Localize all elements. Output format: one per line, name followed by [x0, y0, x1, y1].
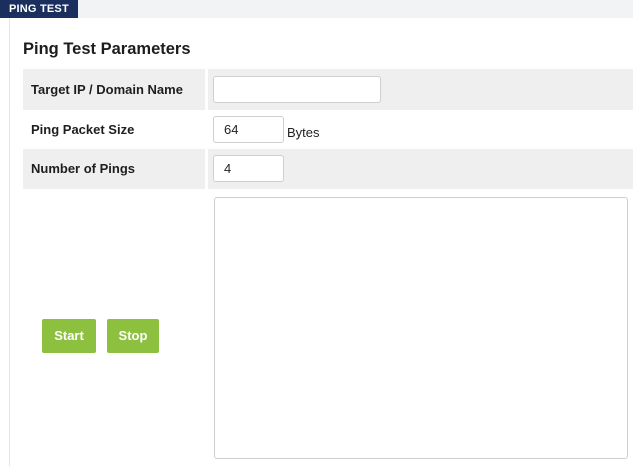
num-pings-label: Number of Pings [31, 161, 136, 176]
cell-divider [205, 149, 208, 189]
cell-divider [205, 69, 208, 110]
target-label: Target IP / Domain Name [31, 82, 183, 97]
tab-ping-test[interactable]: PING TEST [0, 0, 78, 18]
stop-button[interactable]: Stop [107, 319, 159, 353]
packet-size-unit: Bytes [287, 125, 320, 140]
top-tab-bar: PING TEST [0, 0, 633, 18]
start-button[interactable]: Start [42, 319, 96, 353]
num-pings-row: Number of Pings [23, 149, 633, 189]
target-row: Target IP / Domain Name [23, 69, 633, 110]
left-border [9, 18, 10, 466]
num-pings-input[interactable] [213, 155, 284, 182]
target-input[interactable] [213, 76, 381, 103]
ping-output-textarea[interactable] [214, 197, 628, 459]
packet-size-label: Ping Packet Size [31, 122, 135, 137]
packet-size-input[interactable] [213, 116, 284, 143]
section-title: Ping Test Parameters [23, 40, 191, 58]
packet-size-row: Ping Packet Size Bytes [23, 110, 633, 149]
